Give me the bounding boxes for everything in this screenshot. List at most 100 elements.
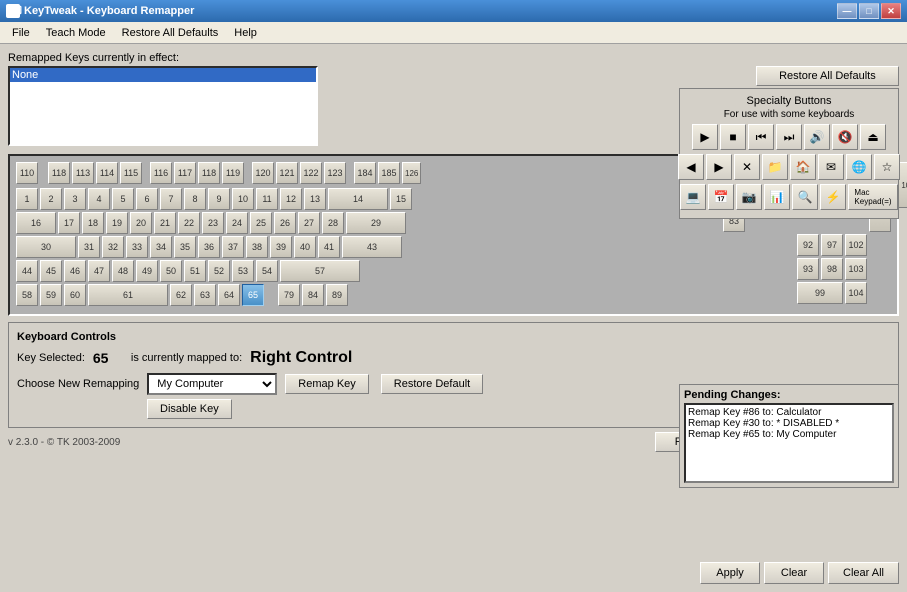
key-31[interactable]: 31 [78,236,100,258]
spec-close-icon[interactable]: ✕ [734,154,760,180]
key-7[interactable]: 7 [160,188,182,210]
key-79[interactable]: 79 [278,284,300,306]
key-89[interactable]: 89 [326,284,348,306]
spec-calendar-icon[interactable]: 📅 [708,184,734,210]
disable-key-button[interactable]: Disable Key [147,399,232,419]
close-button[interactable]: ✕ [881,3,901,19]
key-19[interactable]: 19 [106,212,128,234]
maximize-button[interactable]: □ [859,3,879,19]
key-118[interactable]: 118 [48,162,70,184]
key-20[interactable]: 20 [130,212,152,234]
key-54[interactable]: 54 [256,260,278,282]
key-41[interactable]: 41 [318,236,340,258]
key-45[interactable]: 45 [40,260,62,282]
spec-home-icon[interactable]: 🏠 [790,154,816,180]
spec-power-icon[interactable]: ⚡ [820,184,846,210]
menu-help[interactable]: Help [226,25,265,41]
menu-restore-all[interactable]: Restore All Defaults [114,25,227,41]
key-48[interactable]: 48 [112,260,134,282]
key-38[interactable]: 38 [246,236,268,258]
restore-all-defaults-button[interactable]: Restore All Defaults [756,66,899,86]
key-30[interactable]: 30 [16,236,76,258]
remapped-keys-list[interactable]: None [8,66,318,146]
key-184[interactable]: 184 [354,162,376,184]
key-64[interactable]: 64 [218,284,240,306]
key-110[interactable]: 110 [16,162,38,184]
remap-select[interactable]: My Computer Calculator Email Browser Hom… [147,373,277,395]
key-39[interactable]: 39 [270,236,292,258]
key-34[interactable]: 34 [150,236,172,258]
minimize-button[interactable]: — [837,3,857,19]
spec-star-icon[interactable]: ☆ [874,154,900,180]
key-50[interactable]: 50 [160,260,182,282]
key-33[interactable]: 33 [126,236,148,258]
key-97[interactable]: 97 [821,234,843,256]
key-44[interactable]: 44 [16,260,38,282]
restore-default-button[interactable]: Restore Default [381,374,483,394]
spec-camera-icon[interactable]: 📷 [736,184,762,210]
key-23[interactable]: 23 [202,212,224,234]
key-123[interactable]: 123 [324,162,346,184]
key-14[interactable]: 14 [328,188,388,210]
menu-teach-mode[interactable]: Teach Mode [38,25,114,41]
key-63[interactable]: 63 [194,284,216,306]
key-118b[interactable]: 118 [198,162,220,184]
remapped-key-item[interactable]: None [10,68,316,82]
key-114[interactable]: 114 [96,162,118,184]
spec-vol-up-icon[interactable]: 🔊 [804,124,830,150]
key-60[interactable]: 60 [64,284,86,306]
menu-file[interactable]: File [4,25,38,41]
key-3[interactable]: 3 [64,188,86,210]
key-93[interactable]: 93 [797,258,819,280]
key-53[interactable]: 53 [232,260,254,282]
key-58[interactable]: 58 [16,284,38,306]
key-22[interactable]: 22 [178,212,200,234]
key-16[interactable]: 16 [16,212,56,234]
key-18[interactable]: 18 [82,212,104,234]
spec-prev-icon[interactable]: ⏮ [748,124,774,150]
key-26[interactable]: 26 [274,212,296,234]
key-52[interactable]: 52 [208,260,230,282]
key-47[interactable]: 47 [88,260,110,282]
key-61[interactable]: 61 [88,284,168,306]
key-21[interactable]: 21 [154,212,176,234]
key-113[interactable]: 113 [72,162,94,184]
key-13[interactable]: 13 [304,188,326,210]
clear-button[interactable]: Clear [764,562,824,584]
spec-mute-icon[interactable]: 🔇 [832,124,858,150]
clear-all-button[interactable]: Clear All [828,562,899,584]
key-117[interactable]: 117 [174,162,196,184]
key-40[interactable]: 40 [294,236,316,258]
key-15[interactable]: 15 [390,188,412,210]
spec-email-icon[interactable]: ✉ [818,154,844,180]
key-59[interactable]: 59 [40,284,62,306]
key-122[interactable]: 122 [300,162,322,184]
key-102[interactable]: 102 [845,234,867,256]
spec-back-icon[interactable]: ◀ [678,154,704,180]
key-46[interactable]: 46 [64,260,86,282]
key-27[interactable]: 27 [298,212,320,234]
key-2[interactable]: 2 [40,188,62,210]
key-103[interactable]: 103 [845,258,867,280]
key-24[interactable]: 24 [226,212,248,234]
spec-web-icon[interactable]: 🌐 [846,154,872,180]
spec-forward-icon[interactable]: ▶ [706,154,732,180]
key-51[interactable]: 51 [184,260,206,282]
key-6[interactable]: 6 [136,188,158,210]
key-11[interactable]: 11 [256,188,278,210]
spec-eject-icon[interactable]: ⏏ [860,124,886,150]
key-5[interactable]: 5 [112,188,134,210]
key-57[interactable]: 57 [280,260,360,282]
spec-next-icon[interactable]: ⏭ [776,124,802,150]
key-37[interactable]: 37 [222,236,244,258]
spec-play-icon[interactable]: ▶ [692,124,718,150]
key-9[interactable]: 9 [208,188,230,210]
key-65[interactable]: 65 [242,284,264,306]
key-10[interactable]: 10 [232,188,254,210]
key-12[interactable]: 12 [280,188,302,210]
key-25[interactable]: 25 [250,212,272,234]
spec-stop-icon[interactable]: ■ [720,124,746,150]
key-98[interactable]: 98 [821,258,843,280]
key-49[interactable]: 49 [136,260,158,282]
key-185[interactable]: 185 [378,162,400,184]
